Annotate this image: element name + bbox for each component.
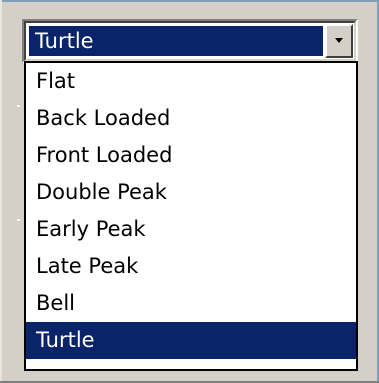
- window-top-border: [0, 0, 379, 2]
- list-item-double-peak[interactable]: Double Peak: [26, 174, 356, 211]
- profile-combobox[interactable]: Turtle: [22, 19, 358, 63]
- panel-divider: [17, 105, 20, 107]
- dropdown-list[interactable]: Flat Back Loaded Front Loaded Double Pea…: [24, 61, 358, 371]
- combobox-frame: Turtle: [24, 21, 356, 61]
- list-item-back-loaded[interactable]: Back Loaded: [26, 100, 356, 137]
- panel-divider: [17, 219, 20, 221]
- background-panel: [0, 63, 22, 383]
- list-item-late-peak[interactable]: Late Peak: [26, 248, 356, 285]
- dropdown-toggle-button[interactable]: [325, 24, 353, 58]
- list-item-bell[interactable]: Bell: [26, 285, 356, 322]
- list-item-front-loaded[interactable]: Front Loaded: [26, 137, 356, 174]
- list-item-early-peak[interactable]: Early Peak: [26, 211, 356, 248]
- chevron-down-icon: [335, 38, 343, 43]
- combobox-selected-value[interactable]: Turtle: [29, 26, 323, 56]
- list-item-flat[interactable]: Flat: [26, 63, 356, 100]
- list-item-turtle[interactable]: Turtle: [26, 322, 356, 359]
